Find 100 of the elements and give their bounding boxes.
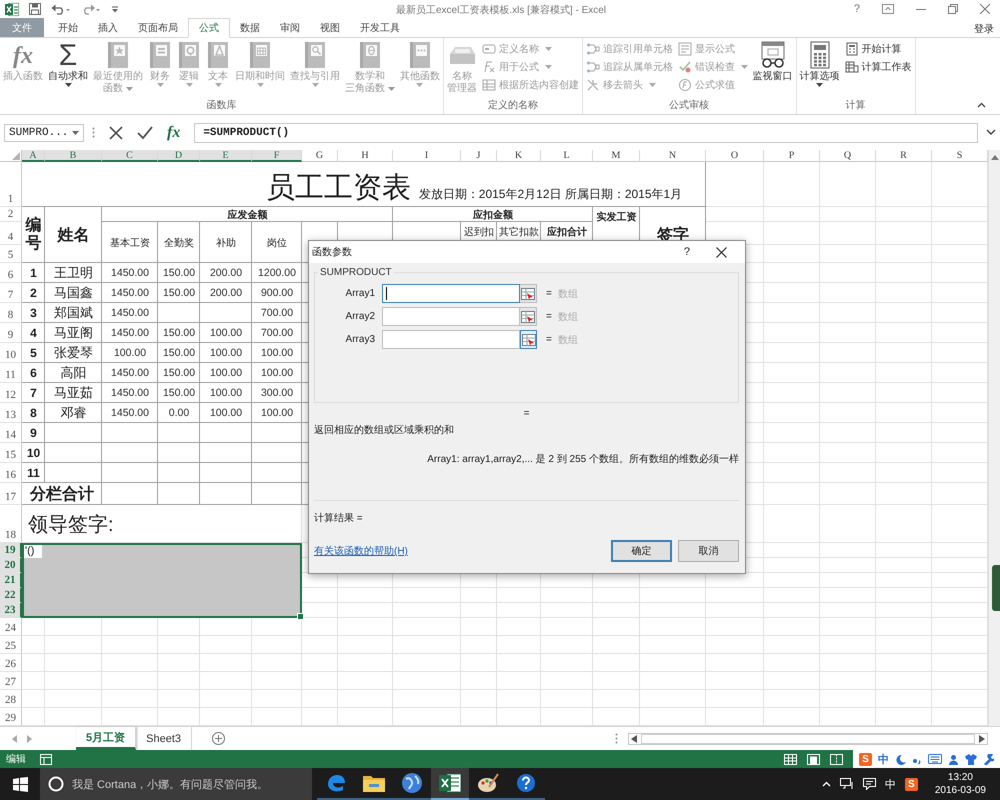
normal-view-icon[interactable] — [784, 754, 797, 764]
column-header[interactable]: R — [876, 150, 932, 162]
name-box[interactable]: SUMPRO... — [4, 124, 84, 142]
column-header[interactable]: A — [22, 150, 45, 162]
user-icon[interactable] — [948, 754, 959, 764]
language-indicator[interactable]: 中 — [884, 776, 896, 792]
insert-function-button[interactable]: fx — [167, 124, 180, 142]
column-header[interactable]: L — [541, 150, 593, 162]
row-header[interactable]: 10 — [0, 343, 22, 363]
scroll-left-icon[interactable] — [631, 734, 637, 742]
column-header[interactable]: N — [640, 150, 706, 162]
row-header[interactable]: 13 — [0, 403, 22, 423]
row-header[interactable]: 1 — [0, 162, 22, 207]
wrench-icon[interactable] — [983, 754, 994, 764]
cell-input[interactable]: '() — [24, 545, 42, 558]
column-header[interactable]: D — [158, 150, 200, 162]
shirt-icon[interactable] — [965, 754, 977, 764]
enter-check-icon[interactable] — [137, 126, 153, 140]
horizontal-scrollbar[interactable] — [628, 732, 988, 744]
collapse-ribbon-icon[interactable] — [977, 102, 986, 108]
row-header[interactable]: 6 — [0, 263, 22, 283]
customize-icon[interactable] — [111, 4, 119, 14]
row-header[interactable]: 20 — [0, 558, 22, 573]
taskbar-app[interactable] — [431, 768, 469, 800]
collapse-dialog-button[interactable] — [520, 330, 537, 349]
row-header[interactable]: 7 — [0, 283, 22, 303]
ribbon-tab[interactable]: 数据 — [230, 18, 270, 37]
row-header[interactable]: 26 — [0, 654, 22, 672]
row-header[interactable]: 15 — [0, 443, 22, 463]
dialog-button[interactable]: 取消 — [678, 540, 739, 562]
scroll-right-icon[interactable] — [979, 734, 985, 742]
redo-icon[interactable] — [81, 3, 101, 15]
row-header[interactable]: 27 — [0, 672, 22, 690]
expand-icon[interactable] — [986, 129, 996, 136]
row-header[interactable]: 17 — [0, 483, 22, 505]
sheet-tab[interactable]: 5月工资 — [76, 727, 136, 750]
language-toggle[interactable]: 中 — [878, 752, 889, 766]
collapse-dialog-button[interactable] — [520, 284, 537, 303]
selected-range[interactable]: '() — [22, 543, 302, 618]
row-header[interactable]: 25 — [0, 636, 22, 654]
ribbon-button[interactable]: 计算选项 — [798, 41, 842, 87]
row-header[interactable]: 23 — [0, 603, 22, 618]
drag-handle-icon[interactable] — [92, 127, 95, 138]
cancel-icon[interactable] — [109, 126, 123, 140]
column-header[interactable]: P — [764, 150, 820, 162]
column-header[interactable]: S — [932, 150, 988, 162]
sign-in-link[interactable]: 登录 — [974, 18, 1000, 37]
column-header[interactable]: M — [593, 150, 640, 162]
ribbon-tab[interactable]: 公式 — [188, 18, 230, 38]
clock-date[interactable]: 2016-03-09 — [934, 784, 986, 797]
row-header[interactable]: 4 — [0, 222, 22, 245]
moon-icon[interactable] — [895, 754, 906, 764]
ribbon-tab[interactable]: 开始 — [48, 18, 88, 37]
keyboard-icon[interactable] — [928, 754, 942, 764]
ribbon-tab[interactable]: 页面布局 — [128, 18, 188, 37]
network-icon[interactable] — [840, 778, 854, 790]
row-header[interactable]: 28 — [0, 690, 22, 708]
column-header[interactable]: E — [200, 150, 252, 162]
argument-field[interactable] — [382, 284, 520, 303]
page-layout-view-icon[interactable] — [807, 754, 820, 764]
search-field[interactable]: 我是 Cortana，小娜。有问题尽管问我。 — [40, 768, 312, 800]
ribbon-display-icon[interactable] — [882, 4, 894, 14]
ribbon-tab[interactable]: 审阅 — [270, 18, 310, 37]
column-header[interactable]: K — [497, 150, 541, 162]
row-header[interactable]: 5 — [0, 245, 22, 263]
argument-field[interactable] — [382, 330, 520, 349]
help-button[interactable]: ? — [684, 246, 690, 258]
split-handle-icon[interactable] — [615, 733, 618, 744]
close-icon[interactable] — [716, 246, 727, 258]
column-header[interactable]: B — [45, 150, 102, 162]
column-header[interactable]: C — [102, 150, 158, 162]
ribbon-button[interactable]: 监视窗口 — [750, 41, 795, 83]
save-icon[interactable] — [29, 3, 41, 15]
row-header[interactable]: 9 — [0, 323, 22, 343]
column-header[interactable]: J — [461, 150, 497, 162]
scroll-up-icon[interactable] — [990, 154, 998, 160]
message-icon[interactable] — [862, 778, 876, 790]
row-header[interactable]: 12 — [0, 383, 22, 403]
clock-time[interactable]: 13:20 — [948, 771, 973, 784]
row-header[interactable]: 2 — [0, 207, 22, 222]
column-header[interactable]: Q — [820, 150, 876, 162]
ribbon-button[interactable]: Σ 自动求和 — [46, 41, 90, 87]
add-sheet-icon[interactable] — [212, 732, 225, 745]
fill-handle[interactable] — [297, 613, 304, 620]
ribbon-button[interactable]: 计算工作表 — [844, 59, 912, 74]
windows-start-icon[interactable] — [13, 776, 28, 792]
vertical-scrollbar[interactable] — [988, 150, 1000, 726]
ribbon-tab[interactable]: 视图 — [310, 18, 350, 37]
ribbon-button[interactable]: 开始计算 — [844, 41, 912, 56]
column-header[interactable]: I — [393, 150, 461, 162]
row-header[interactable]: 24 — [0, 618, 22, 636]
row-header[interactable]: 14 — [0, 423, 22, 443]
column-header[interactable]: H — [338, 150, 393, 162]
row-header[interactable]: 8 — [0, 303, 22, 323]
chevron-up-icon[interactable] — [822, 781, 831, 787]
dialog-button[interactable]: 确定 — [611, 540, 672, 562]
column-header[interactable]: F — [252, 150, 302, 162]
undo-icon[interactable] — [51, 3, 71, 15]
row-header[interactable]: 22 — [0, 588, 22, 603]
row-header[interactable]: 11 — [0, 363, 22, 383]
